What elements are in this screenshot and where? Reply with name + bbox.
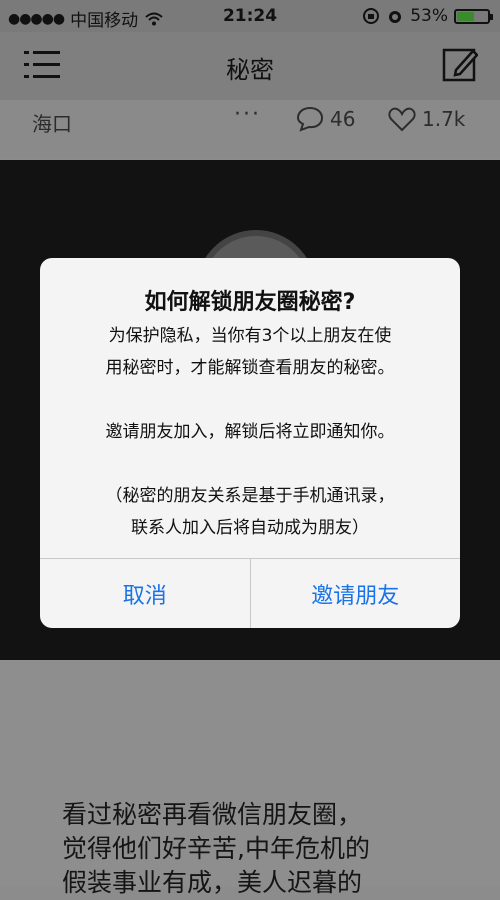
rotation-lock-icon — [363, 8, 380, 24]
post-location: 海口 — [32, 112, 72, 136]
dialog-message-line: 邀请朋友加入，解锁后将立即通知你。 — [105, 422, 395, 442]
page-title: 秘密 — [226, 56, 274, 84]
post-text: 看过秘密再看微信朋友圈， 觉得他们好辛苦,中年危机的 假装事业有成，美人迟暮的 — [62, 798, 462, 900]
unlock-dialog: 如何解锁朋友圈秘密? 为保护隐私，当你有3个以上朋友在使 用秘密时，才能解锁查看… — [40, 258, 460, 628]
battery-percent: 53% — [410, 6, 448, 26]
cancel-button[interactable]: 取消 — [40, 559, 250, 628]
status-bar: ●●●●● 中国移动 21:24 53% — [0, 0, 500, 32]
heart-icon — [388, 107, 416, 132]
dialog-message-line: 用秘密时，才能解锁查看朋友的秘密。 — [105, 358, 395, 378]
invite-friends-button[interactable]: 邀请朋友 — [249, 559, 461, 628]
compose-icon[interactable] — [442, 46, 478, 82]
post-meta-row: 海口 ··· 46 1.7k — [0, 100, 500, 158]
comment-icon — [296, 106, 324, 132]
post-text-line: 看过秘密再看微信朋友圈， — [62, 800, 363, 829]
comment-count: 46 — [330, 107, 356, 131]
more-options-button[interactable]: ··· — [234, 102, 261, 127]
like-count: 1.7k — [422, 107, 466, 131]
battery-level-fill — [457, 11, 474, 21]
dialog-button-row: 取消 邀请朋友 — [40, 558, 460, 628]
post-content: 看过秘密再看微信朋友圈， 觉得他们好辛苦,中年危机的 假装事业有成，美人迟暮的 — [0, 660, 500, 897]
dialog-message-line: 联系人加入后将自动成为朋友） — [131, 518, 369, 538]
dialog-title: 如何解锁朋友圈秘密? — [144, 290, 356, 315]
dialog-message-line: （秘密的朋友关系是基于手机通讯录， — [105, 486, 395, 506]
battery-icon — [454, 8, 493, 24]
nav-bar: 秘密 — [0, 32, 500, 101]
alarm-icon — [389, 11, 402, 23]
comments-button[interactable]: 46 — [296, 106, 355, 132]
dialog-message: 为保护隐私，当你有3个以上朋友在使 用秘密时，才能解锁查看朋友的秘密。 邀请朋友… — [60, 320, 440, 544]
post-text-line: 假装事业有成，美人迟暮的 — [62, 868, 363, 897]
post-text-line: 觉得他们好辛苦,中年危机的 — [62, 834, 370, 863]
like-button[interactable]: 1.7k — [388, 106, 465, 132]
dialog-message-line: 为保护隐私，当你有3个以上朋友在使 — [108, 326, 392, 346]
